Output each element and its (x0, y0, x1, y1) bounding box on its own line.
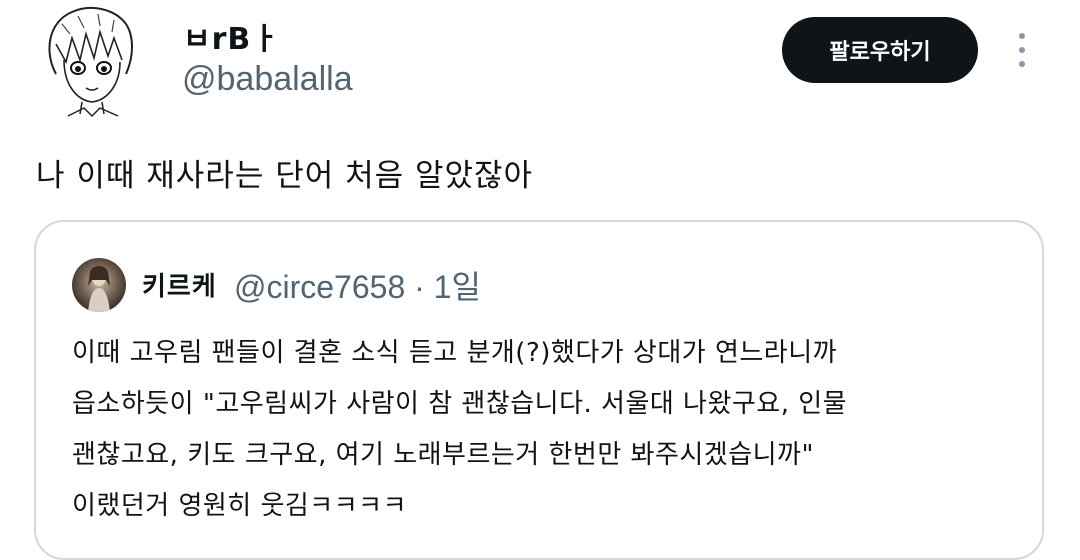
quote-line: 이때 고우림 팬들이 결혼 소식 듣고 분개(?)했다가 상대가 연느라니까 (72, 338, 838, 368)
author-display-name[interactable]: ㅂrBㅏ (183, 14, 280, 58)
quote-handle-row: @circe7658 · 1일 (234, 262, 481, 308)
quote-line: 괜찮고요, 키도 크구요, 여기 노래부르는거 한번만 봐주시겠습니까" (72, 440, 814, 470)
quote-time[interactable]: 1일 (434, 269, 481, 305)
more-vertical-icon[interactable] (1010, 30, 1034, 70)
quote-body: 이때 고우림 팬들이 결혼 소식 듣고 분개(?)했다가 상대가 연느라니까 읍… (72, 328, 1022, 532)
follow-button[interactable]: 팔로우하기 (782, 17, 978, 83)
quote-handle[interactable]: @circe7658 (234, 269, 405, 305)
tweet-text: 나 이때 재사라는 단어 처음 알았잖아 (36, 158, 534, 194)
quoted-tweet-card[interactable]: 키르케 @circe7658 · 1일 이때 고우림 팬들이 결혼 소식 듣고 … (34, 220, 1044, 560)
quote-separator: · (414, 269, 425, 305)
author-avatar[interactable] (38, 4, 138, 120)
quote-avatar[interactable] (72, 258, 126, 312)
quote-display-name[interactable]: 키르케 (142, 266, 217, 303)
quote-line: 이랬던거 영원히 웃김ㅋㅋㅋㅋ (72, 491, 407, 521)
quote-line: 읍소하듯이 "고우림씨가 사람이 참 괜찮습니다. 서울대 나왔구요, 인물 (72, 389, 848, 419)
author-handle[interactable]: @babalalla (182, 60, 353, 99)
